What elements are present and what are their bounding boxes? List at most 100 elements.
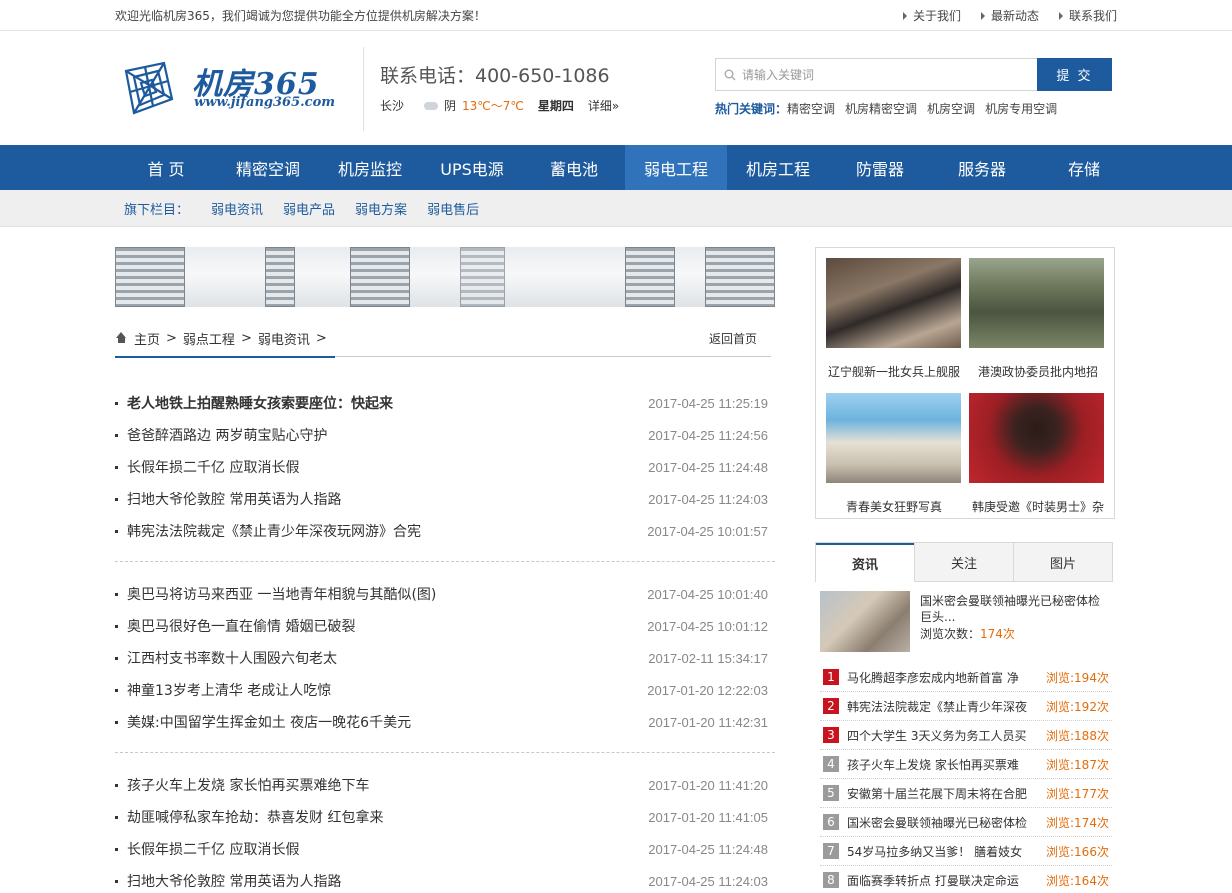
- list-item[interactable]: 爸爸醉酒路边 两岁萌宝贴心守护 2017-04-25 11:24:56: [115, 419, 775, 451]
- news-date: 2017-04-25 10:01:40: [647, 586, 768, 602]
- rank-number: 1: [823, 669, 839, 685]
- rank-title[interactable]: 马化腾超李彦宏成内地新首富 净: [847, 669, 1032, 686]
- picture-news-caption[interactable]: 港澳政协委员批内地招: [964, 363, 1112, 380]
- rank-title[interactable]: 面临赛季转折点 打曼联决定命运: [847, 872, 1032, 889]
- link-about-us[interactable]: 关于我们: [902, 7, 961, 24]
- ranking-item[interactable]: 6 国米密会曼联领袖曝光已秘密体检 浏览:174次: [820, 808, 1112, 837]
- nav-item-weak-current[interactable]: 弱电工程: [625, 145, 727, 190]
- news-title[interactable]: 爸爸醉酒路边 两岁萌宝贴心守护: [115, 425, 327, 445]
- nav-item-storage[interactable]: 存储: [1033, 145, 1135, 190]
- nav-item-room-engineering[interactable]: 机房工程: [727, 145, 829, 190]
- breadcrumb-home[interactable]: 主页: [134, 329, 160, 348]
- news-title[interactable]: 奥巴马很好色一直在偷情 婚姻已破裂: [115, 616, 355, 636]
- list-item[interactable]: 扫地大爷伦敦腔 常用英语为人指路 2017-04-25 11:24:03: [115, 865, 775, 893]
- news-title[interactable]: 扫地大爷伦敦腔 常用英语为人指路: [115, 489, 341, 509]
- news-date: 2017-01-20 11:42:31: [648, 714, 768, 730]
- banner-rack: [625, 247, 675, 307]
- featured-news-image[interactable]: [820, 591, 910, 652]
- rank-views: 浏览:164次: [1046, 873, 1109, 888]
- news-title[interactable]: 老人地铁上拍醒熟睡女孩索要座位：快起来: [115, 393, 393, 413]
- list-item[interactable]: 奥巴马将访马来西亚 一当地青年相貌与其酷似(图) 2017-04-25 10:01…: [115, 578, 775, 610]
- list-item[interactable]: 劫匪喊停私家车抢劫：恭喜发财 红包拿来 2017-01-20 11:41:05: [115, 801, 775, 833]
- search-input[interactable]: 请输入关键词: [715, 58, 1037, 91]
- picture-news-image[interactable]: [826, 393, 961, 483]
- hot-keyword[interactable]: 精密空调: [787, 100, 835, 117]
- rank-title[interactable]: 安徽第十届兰花展下周末将在合肥: [847, 785, 1032, 802]
- ranking-item[interactable]: 5 安徽第十届兰花展下周末将在合肥 浏览:177次: [820, 779, 1112, 808]
- nav-item-precision-ac[interactable]: 精密空调: [217, 145, 319, 190]
- subnav-item[interactable]: 弱电售后: [427, 199, 479, 218]
- featured-news-title[interactable]: 国米密会曼联领袖曝光已秘密体检巨头...: [920, 593, 1108, 625]
- nav-item-lightning[interactable]: 防雷器: [829, 145, 931, 190]
- tab-news[interactable]: 资讯: [816, 543, 914, 582]
- ranking-item[interactable]: 7 54岁马拉多纳又当爹！ 膳着妓女 浏览:166次: [820, 837, 1112, 866]
- rank-title[interactable]: 四个大学生 3天义务为务工人员买: [847, 727, 1032, 744]
- news-title[interactable]: 长假年损二千亿 应取消长假: [115, 839, 299, 859]
- nav-item-home[interactable]: 首 页: [115, 145, 217, 190]
- list-item[interactable]: 美媒:中国留学生挥金如土 夜店一晚花6千美元 2017-01-20 11:42:3…: [115, 706, 775, 738]
- picture-news-caption[interactable]: 青春美女狂野写真: [820, 498, 968, 515]
- link-latest-news[interactable]: 最新动态: [980, 7, 1039, 24]
- picture-news-caption[interactable]: 韩庚受邀《时装男士》杂: [964, 498, 1112, 515]
- ranking-item[interactable]: 4 孩子火车上发烧 家长怕再买票难 浏览:187次: [820, 750, 1112, 779]
- subnav-item[interactable]: 弱电产品: [283, 199, 335, 218]
- list-item[interactable]: 孩子火车上发烧 家长怕再买票难绝下车 2017-01-20 11:41:20: [115, 769, 775, 801]
- banner-rack: [705, 247, 775, 307]
- picture-news-caption[interactable]: 辽宁舰新一批女兵上舰服: [820, 363, 968, 380]
- tab-follow[interactable]: 关注: [914, 543, 1013, 582]
- subnav-item[interactable]: 弱电资讯: [211, 199, 263, 218]
- news-title[interactable]: 神童13岁考上清华 老成让人吃惊: [115, 680, 331, 700]
- list-item[interactable]: 扫地大爷伦敦腔 常用英语为人指路 2017-04-25 11:24:03: [115, 483, 775, 515]
- news-title[interactable]: 韩宪法法院裁定《禁止青少年深夜玩网游》合宪: [115, 521, 421, 541]
- rank-views: 浏览:187次: [1046, 757, 1109, 772]
- list-item[interactable]: 长假年损二千亿 应取消长假 2017-04-25 11:24:48: [115, 451, 775, 483]
- ranking-item[interactable]: 8 面临赛季转折点 打曼联决定命运 浏览:164次: [820, 866, 1112, 893]
- subnav-item[interactable]: 弱电方案: [355, 199, 407, 218]
- news-title[interactable]: 美媒:中国留学生挥金如土 夜店一晚花6千美元: [115, 712, 411, 732]
- list-item[interactable]: 神童13岁考上清华 老成让人吃惊 2017-01-20 12:22:03: [115, 674, 775, 706]
- news-title[interactable]: 江西村支书率数十人围殴六旬老太: [115, 648, 337, 668]
- list-item[interactable]: 韩宪法法院裁定《禁止青少年深夜玩网游》合宪 2017-04-25 10:01:57: [115, 515, 775, 547]
- news-title[interactable]: 劫匪喊停私家车抢劫：恭喜发财 红包拿来: [115, 807, 383, 827]
- hot-keyword[interactable]: 机房空调: [927, 100, 975, 117]
- nav-item-monitoring[interactable]: 机房监控: [319, 145, 421, 190]
- hot-keywords: 热门关键词： 精密空调 机房精密空调 机房空调 机房专用空调: [715, 100, 1057, 117]
- hot-keyword[interactable]: 机房精密空调: [845, 100, 917, 117]
- search-submit-button[interactable]: 提 交: [1037, 58, 1112, 91]
- nav-item-server[interactable]: 服务器: [931, 145, 1033, 190]
- nav-item-battery[interactable]: 蓄电池: [523, 145, 625, 190]
- featured-news[interactable]: 国米密会曼联领袖曝光已秘密体检巨头... 浏览次数：174次: [820, 591, 1112, 653]
- hot-keyword[interactable]: 机房专用空调: [985, 100, 1057, 117]
- tab-pictures[interactable]: 图片: [1013, 543, 1112, 582]
- picture-news-image[interactable]: [969, 258, 1104, 348]
- rank-title[interactable]: 孩子火车上发烧 家长怕再买票难: [847, 756, 1032, 773]
- picture-news-image[interactable]: [826, 258, 961, 348]
- rank-views: 浏览:166次: [1046, 844, 1109, 859]
- list-item[interactable]: 长假年损二千亿 应取消长假 2017-04-25 11:24:48: [115, 833, 775, 865]
- header-divider: [363, 47, 364, 131]
- contact-phone: 联系电话：400-650-1086: [380, 65, 610, 87]
- rank-title[interactable]: 韩宪法法院裁定《禁止青少年深夜: [847, 698, 1032, 715]
- list-item[interactable]: 奥巴马很好色一直在偷情 婚姻已破裂 2017-04-25 10:01:12: [115, 610, 775, 642]
- link-contact-us[interactable]: 联系我们: [1058, 7, 1117, 24]
- news-title[interactable]: 长假年损二千亿 应取消长假: [115, 457, 299, 477]
- breadcrumb-level2[interactable]: 弱电资讯: [258, 329, 310, 348]
- weather-detail-link[interactable]: 详细»: [588, 97, 619, 114]
- site-logo[interactable]: 机房365 www.jifang365.com: [120, 57, 340, 119]
- ranking-item[interactable]: 3 四个大学生 3天义务为务工人员买 浏览:188次: [820, 721, 1112, 750]
- ranking-item[interactable]: 1 马化腾超李彦宏成内地新首富 净浏览:194次: [820, 663, 1112, 692]
- list-item[interactable]: 江西村支书率数十人围殴六旬老太 2017-02-11 15:34:17: [115, 642, 775, 674]
- news-title[interactable]: 扫地大爷伦敦腔 常用英语为人指路: [115, 871, 341, 891]
- rank-title[interactable]: 54岁马拉多纳又当爹！ 膳着妓女: [847, 843, 1032, 860]
- news-title[interactable]: 奥巴马将访马来西亚 一当地青年相貌与其酷似(图): [115, 584, 436, 604]
- picture-news-image[interactable]: [969, 393, 1104, 483]
- ranking-item[interactable]: 2 韩宪法法院裁定《禁止青少年深夜 浏览:192次: [820, 692, 1112, 721]
- nav-item-ups[interactable]: UPS电源: [421, 145, 523, 190]
- breadcrumb-level1[interactable]: 弱点工程: [183, 329, 235, 348]
- back-home-link[interactable]: 返回首页: [709, 330, 757, 347]
- news-date: 2017-04-25 11:24:48: [648, 841, 768, 857]
- list-item[interactable]: 老人地铁上拍醒熟睡女孩索要座位：快起来 2017-04-25 11:25:19: [115, 387, 775, 419]
- arrow-right-icon: [1058, 11, 1063, 20]
- news-title[interactable]: 孩子火车上发烧 家长怕再买票难绝下车: [115, 775, 369, 795]
- rank-title[interactable]: 国米密会曼联领袖曝光已秘密体检: [847, 814, 1032, 831]
